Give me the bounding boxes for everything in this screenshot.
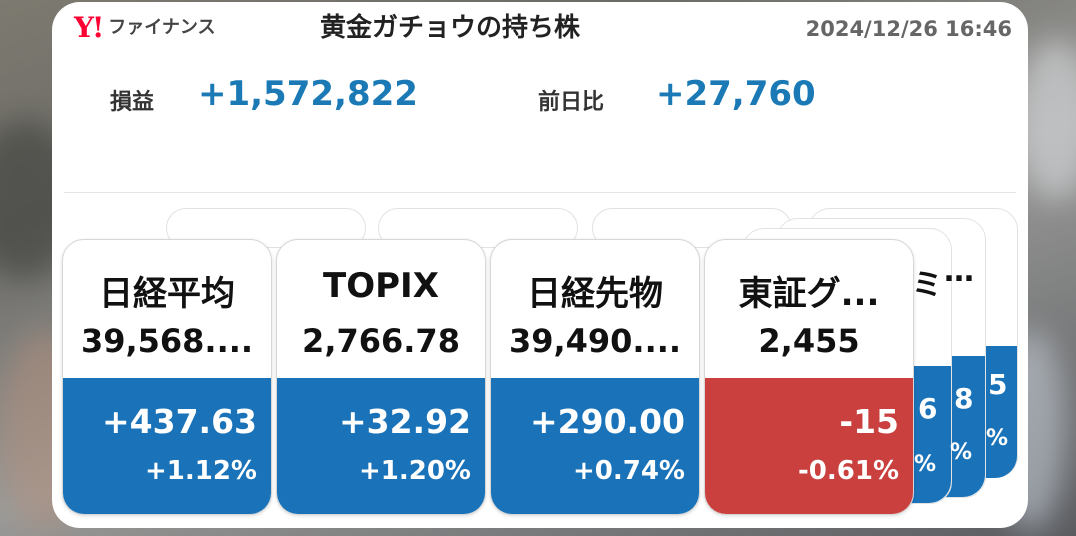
update-timestamp: 2024/12/26 16:46: [805, 17, 1012, 41]
day-change-value: +27,760: [656, 74, 816, 114]
logo-mark: Y!: [74, 11, 104, 44]
index-change: +290.00: [530, 402, 685, 441]
peek-card-change: 5: [988, 368, 1008, 401]
index-change-percent: -0.61%: [798, 456, 899, 486]
index-price: 39,490....: [508, 322, 682, 360]
peek-card-change: 8: [954, 382, 974, 415]
index-price: 39,568....: [80, 322, 254, 360]
index-card-nikkei-futures[interactable]: 日経先物 39,490.... +290.00 +0.74%: [490, 239, 700, 515]
peek-card-name: ミ: [912, 268, 942, 303]
portfolio-title[interactable]: 黄金ガチョウの持ち株: [320, 11, 580, 45]
divider: [64, 192, 1016, 193]
logo-text: ファイナンス: [108, 17, 216, 38]
index-name: 東証グ...: [738, 274, 880, 314]
day-change-label: 前日比: [538, 90, 605, 115]
portfolio-summary: 損益 +1,572,822 前日比 +27,760: [52, 70, 1028, 130]
change-panel: +290.00 +0.74%: [491, 378, 699, 514]
index-change: -15: [839, 402, 899, 441]
index-card-tse-growth[interactable]: 東証グ... 2,455 -15 -0.61%: [704, 239, 914, 515]
widget-header: Y! ファイナンス 黄金ガチョウの持ち株 2024/12/26 16:46: [52, 2, 1028, 52]
index-price: 2,455: [758, 322, 860, 360]
index-change: +437.63: [102, 402, 257, 441]
peek-card-percent: %: [914, 452, 937, 477]
index-name: 日経平均: [99, 274, 235, 314]
index-change: +32.92: [338, 402, 471, 441]
index-name: TOPIX: [323, 266, 439, 306]
index-change-percent: +1.12%: [145, 456, 257, 486]
index-change-percent: +1.20%: [359, 456, 471, 486]
index-card-nikkei225[interactable]: 日経平均 39,568.... +437.63 +1.12%: [62, 239, 272, 515]
portfolio-widget[interactable]: Y! ファイナンス 黄金ガチョウの持ち株 2024/12/26 16:46 損益…: [52, 2, 1028, 528]
yahoo-finance-logo[interactable]: Y! ファイナンス: [74, 14, 216, 42]
index-change-percent: +0.74%: [573, 456, 685, 486]
peek-card-change: 6: [918, 392, 938, 425]
peek-card-percent: %: [950, 440, 973, 465]
change-panel: +32.92 +1.20%: [277, 378, 485, 514]
peek-card-ellipsis: …: [944, 254, 974, 289]
index-price: 2,766.78: [302, 322, 460, 360]
index-name: 日経先物: [527, 274, 663, 314]
pnl-label: 損益: [110, 90, 155, 115]
peek-card-percent: %: [986, 426, 1009, 451]
change-panel: -15 -0.61%: [705, 378, 913, 514]
index-card-topix[interactable]: TOPIX 2,766.78 +32.92 +1.20%: [276, 239, 486, 515]
pnl-value: +1,572,822: [198, 74, 418, 114]
change-panel: +437.63 +1.12%: [63, 378, 271, 514]
